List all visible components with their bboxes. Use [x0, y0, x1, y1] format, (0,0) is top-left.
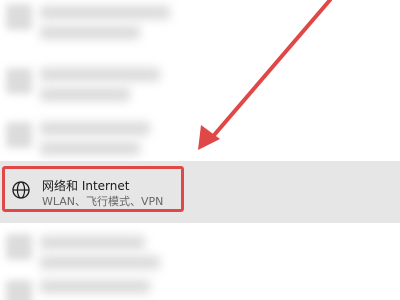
blurred-icon: [6, 122, 32, 148]
blurred-setting-item-2[interactable]: [0, 60, 400, 118]
blurred-setting-item-5[interactable]: [0, 278, 400, 300]
blurred-icon: [6, 4, 32, 30]
blurred-icon: [6, 280, 32, 300]
blurred-text: [40, 142, 140, 155]
blurred-text: [40, 236, 145, 249]
blurred-text: [40, 68, 160, 81]
globe-icon: [12, 181, 30, 199]
blurred-text: [40, 256, 160, 269]
blurred-text: [40, 88, 130, 101]
blurred-text: [40, 122, 150, 135]
blurred-text: [40, 280, 150, 293]
settings-page: 网络和 Internet WLAN、飞行模式、VPN: [0, 0, 400, 300]
setting-title: 网络和 Internet: [42, 179, 130, 193]
setting-subtitle: WLAN、飞行模式、VPN: [42, 195, 164, 208]
blurred-text: [40, 6, 170, 19]
blurred-icon: [6, 234, 32, 260]
blurred-icon: [6, 68, 32, 94]
blurred-text: [40, 26, 140, 39]
blurred-setting-item-1[interactable]: [0, 0, 400, 58]
